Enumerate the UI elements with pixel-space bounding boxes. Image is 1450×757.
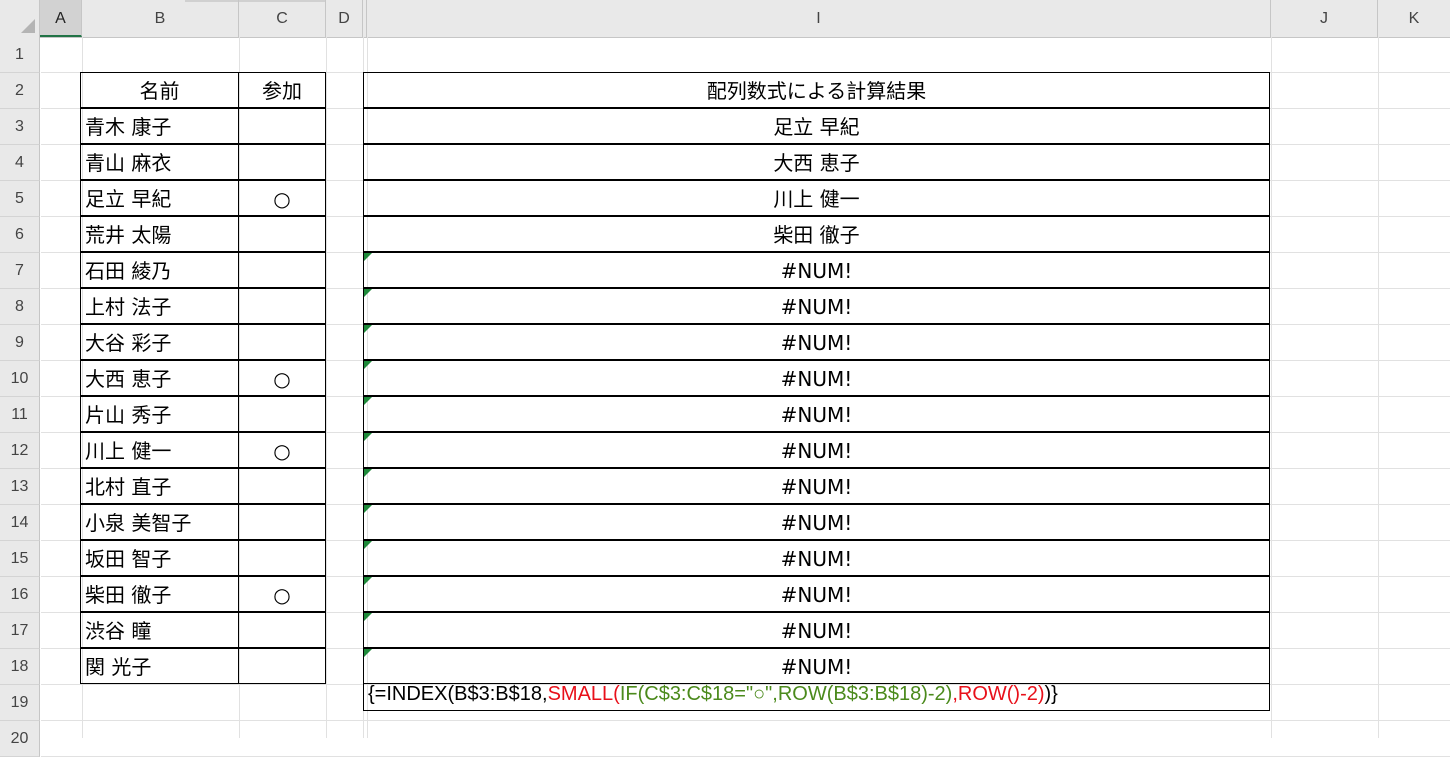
join-cell[interactable]	[238, 216, 326, 252]
formula-close-part: )}	[1044, 683, 1058, 705]
row-header-10[interactable]: 10	[0, 361, 40, 397]
gridline-vertical	[1271, 37, 1272, 738]
join-cell[interactable]	[238, 144, 326, 180]
row-header-18[interactable]: 18	[0, 649, 40, 685]
column-header-i[interactable]: I	[367, 0, 1271, 37]
join-cell[interactable]	[238, 504, 326, 540]
gridline-vertical	[326, 37, 327, 738]
result-error-cell[interactable]: #NUM!	[363, 288, 1270, 324]
row-header-20[interactable]: 20	[0, 721, 40, 757]
row-header-11[interactable]: 11	[0, 397, 40, 433]
join-cell[interactable]	[238, 612, 326, 648]
row-header-15[interactable]: 15	[0, 541, 40, 577]
row-header-8[interactable]: 8	[0, 289, 40, 325]
join-cell[interactable]	[238, 468, 326, 504]
select-all-triangle-icon	[21, 19, 35, 33]
name-cell[interactable]: 足立 早紀	[80, 180, 239, 216]
column-header-d[interactable]: D	[326, 0, 363, 37]
result-error-cell[interactable]: #NUM!	[363, 468, 1270, 504]
name-cell[interactable]: 片山 秀子	[80, 396, 239, 432]
row-header-16[interactable]: 16	[0, 577, 40, 613]
result-error-cell[interactable]: #NUM!	[363, 540, 1270, 576]
result-error-cell[interactable]: #NUM!	[363, 612, 1270, 648]
name-cell[interactable]: 小泉 美智子	[80, 504, 239, 540]
result-error-cell[interactable]: #NUM!	[363, 324, 1270, 360]
result-error-cell[interactable]: #NUM!	[363, 396, 1270, 432]
formula-row-part: ,ROW()-2)	[952, 683, 1045, 705]
row-header-6[interactable]: 6	[0, 217, 40, 253]
row-header-9[interactable]: 9	[0, 325, 40, 361]
row-header-19[interactable]: 19	[0, 685, 40, 721]
row-header-13[interactable]: 13	[0, 469, 40, 505]
row-header-4[interactable]: 4	[0, 145, 40, 181]
result-cell[interactable]: 柴田 徹子	[363, 216, 1270, 252]
result-cell[interactable]: 足立 早紀	[363, 108, 1270, 144]
column-header-b[interactable]: B	[82, 0, 239, 37]
join-cell[interactable]	[238, 324, 326, 360]
row-header-17[interactable]: 17	[0, 613, 40, 649]
join-cell[interactable]	[238, 396, 326, 432]
join-cell[interactable]	[238, 648, 326, 684]
join-cell[interactable]: ○	[238, 576, 326, 612]
gridline-vertical	[1378, 37, 1379, 738]
join-cell[interactable]: ○	[238, 432, 326, 468]
join-cell[interactable]: ○	[238, 360, 326, 396]
name-cell[interactable]: 大西 恵子	[80, 360, 239, 396]
name-cell[interactable]: 坂田 智子	[80, 540, 239, 576]
name-cell[interactable]: 上村 法子	[80, 288, 239, 324]
row-header-7[interactable]: 7	[0, 253, 40, 289]
name-cell[interactable]: 青山 麻衣	[80, 144, 239, 180]
row-header-3[interactable]: 3	[0, 109, 40, 145]
column-header-a[interactable]: A	[40, 0, 82, 37]
name-cell[interactable]: 北村 直子	[80, 468, 239, 504]
name-cell[interactable]: 柴田 徹子	[80, 576, 239, 612]
name-cell[interactable]: 関 光子	[80, 648, 239, 684]
column-header-bar: A B C D I J K	[0, 0, 1450, 38]
results-header[interactable]: 配列数式による計算結果	[363, 72, 1270, 108]
row-header-2[interactable]: 2	[0, 73, 40, 109]
join-cell[interactable]: ○	[238, 180, 326, 216]
header-name[interactable]: 名前	[80, 72, 239, 108]
result-error-cell[interactable]: #NUM!	[363, 252, 1270, 288]
formula-index-part: {=INDEX(B$3:B$18,	[368, 683, 548, 705]
gridline-horizontal	[41, 720, 1450, 721]
column-header-k[interactable]: K	[1378, 0, 1450, 37]
join-cell[interactable]	[238, 252, 326, 288]
header-join[interactable]: 参加	[238, 72, 326, 108]
result-cell[interactable]: 大西 恵子	[363, 144, 1270, 180]
result-error-cell[interactable]: #NUM!	[363, 360, 1270, 396]
join-cell[interactable]	[238, 540, 326, 576]
name-cell[interactable]: 石田 綾乃	[80, 252, 239, 288]
result-error-cell[interactable]: #NUM!	[363, 504, 1270, 540]
row-header-14[interactable]: 14	[0, 505, 40, 541]
row-header-1[interactable]: 1	[0, 37, 40, 73]
join-cell[interactable]	[238, 288, 326, 324]
name-cell[interactable]: 青木 康子	[80, 108, 239, 144]
name-cell[interactable]: 渋谷 瞳	[80, 612, 239, 648]
formula-display-cell[interactable]: {=INDEX(B$3:B$18,SMALL(IF(C$3:C$18="○",R…	[363, 677, 1270, 711]
row-header-5[interactable]: 5	[0, 181, 40, 217]
column-header-j[interactable]: J	[1271, 0, 1378, 37]
result-error-cell[interactable]: #NUM!	[363, 432, 1270, 468]
row-header-12[interactable]: 12	[0, 433, 40, 469]
formula-if-part: IF(C$3:C$18="○",ROW(B$3:B$18)-2)	[619, 683, 953, 705]
name-cell[interactable]: 大谷 彩子	[80, 324, 239, 360]
name-cell[interactable]: 荒井 太陽	[80, 216, 239, 252]
formula-small-part: SMALL(	[547, 683, 620, 705]
join-cell[interactable]	[238, 108, 326, 144]
result-cell[interactable]: 川上 健一	[363, 180, 1270, 216]
select-all-button[interactable]	[0, 0, 40, 37]
name-cell[interactable]: 川上 健一	[80, 432, 239, 468]
result-error-cell[interactable]: #NUM!	[363, 576, 1270, 612]
column-header-c[interactable]: C	[239, 0, 326, 37]
